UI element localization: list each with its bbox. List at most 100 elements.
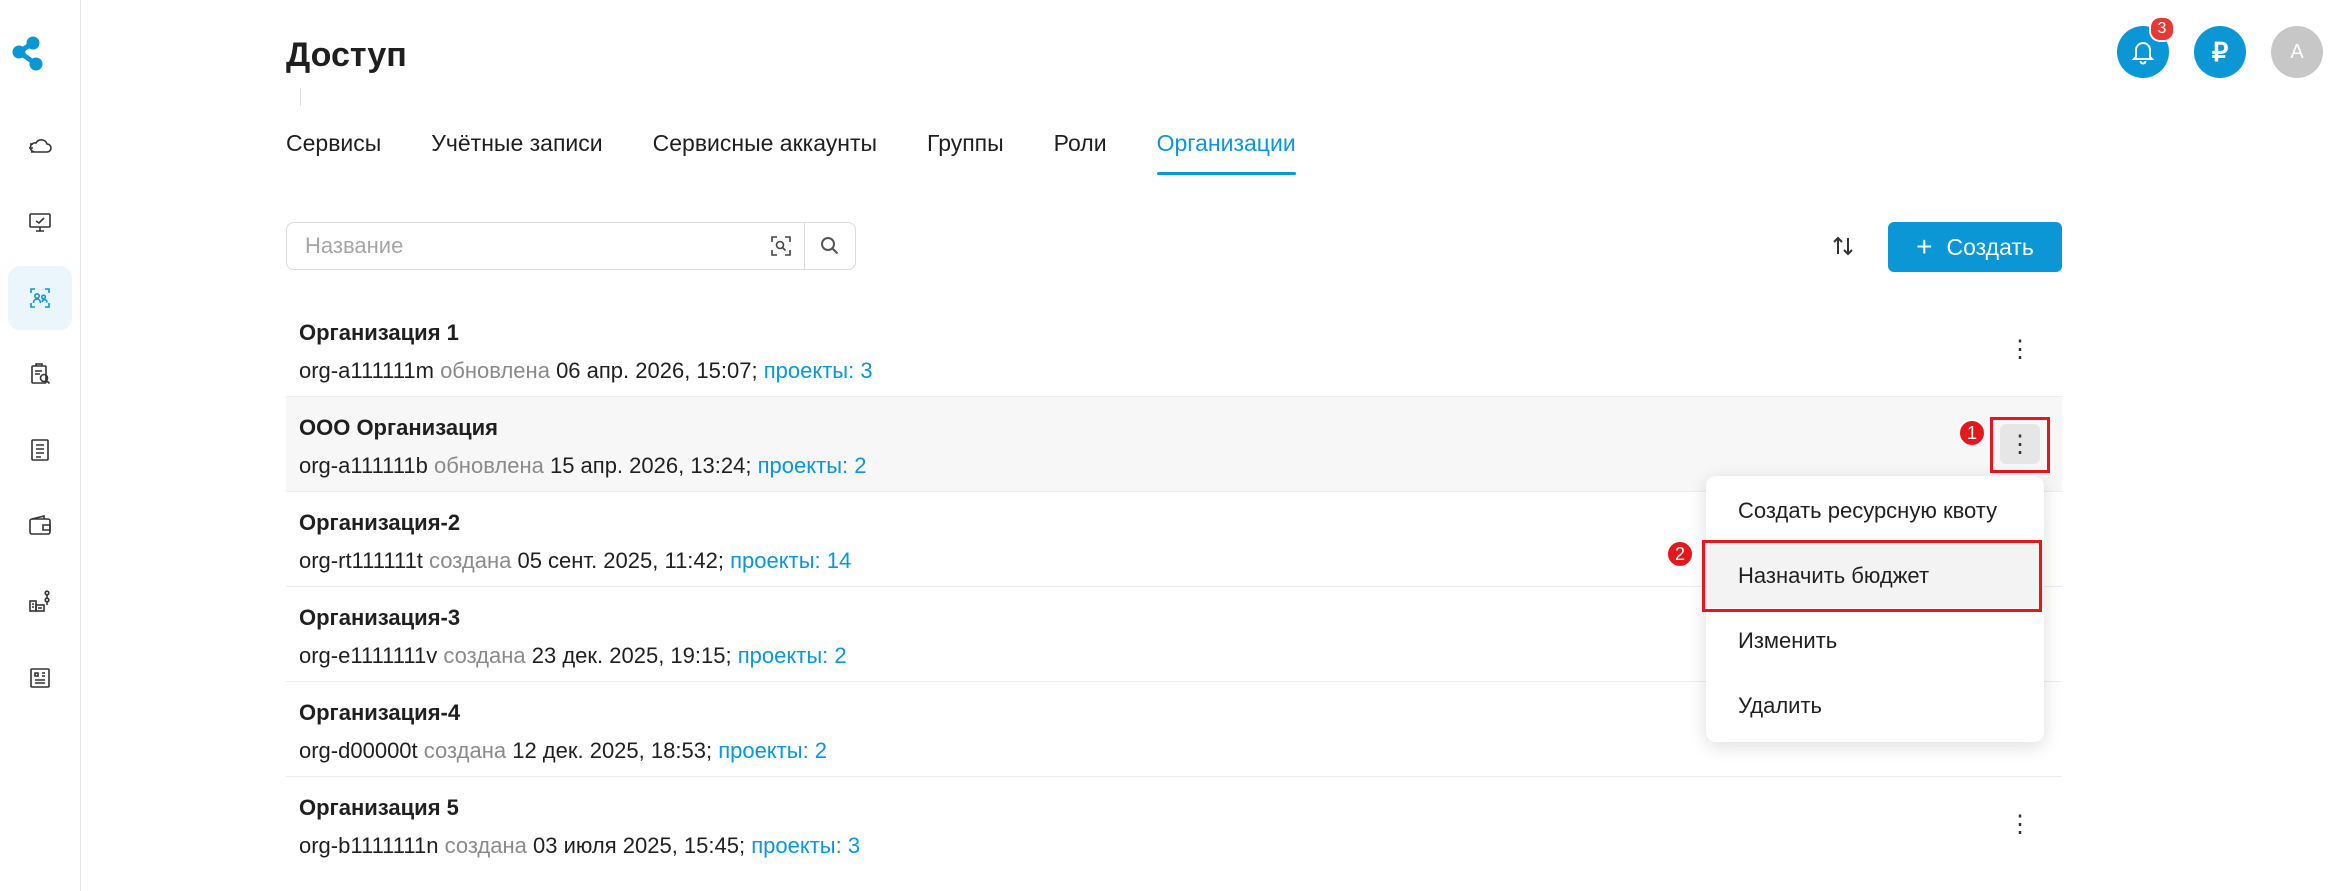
wallet-icon xyxy=(29,514,51,535)
more-options-button[interactable]: ⋮ xyxy=(2000,804,2040,844)
notifications-badge: 3 xyxy=(2149,16,2175,42)
list-icon xyxy=(31,439,49,461)
sort-button[interactable] xyxy=(1822,226,1864,266)
step-marker-2: 2 xyxy=(1666,540,1694,568)
separator: ; xyxy=(751,358,758,383)
tab-service-accounts[interactable]: Сервисные аккаунты xyxy=(653,130,877,175)
cloud-icon xyxy=(29,139,52,153)
org-name: Организация 1 xyxy=(299,320,459,345)
org-meta: org-e1111111v создана 23 дек. 2025, 19:1… xyxy=(299,643,847,669)
top-actions: 3 ₽ A xyxy=(2117,16,2323,78)
scan-icon xyxy=(771,236,791,256)
highlight-box-step-1 xyxy=(1990,417,2050,473)
search-box xyxy=(286,222,856,270)
sidebar-item-audit[interactable] xyxy=(8,342,72,406)
separator: ; xyxy=(745,453,752,478)
org-status: обновлена xyxy=(440,358,550,383)
plus-icon: + xyxy=(1916,231,1933,262)
org-id: org-b1111111n xyxy=(299,833,439,858)
org-name: Организация-4 xyxy=(299,700,461,725)
separator: ; xyxy=(717,548,725,573)
org-id: org-rt111111t xyxy=(299,548,423,573)
tab-services[interactable]: Сервисы xyxy=(286,130,381,175)
list-item[interactable]: Организация 1 org-a111111m обновлена 06 … xyxy=(286,302,2062,397)
org-projects-link[interactable]: проекты: 2 xyxy=(738,643,847,668)
search-button[interactable] xyxy=(804,223,855,269)
menu-item-delete[interactable]: Удалить xyxy=(1706,673,2044,738)
tab-roles[interactable]: Роли xyxy=(1054,130,1107,175)
org-status: обновлена xyxy=(433,453,544,478)
tab-accounts[interactable]: Учётные записи xyxy=(431,130,602,175)
org-id: org-a111111b xyxy=(299,453,428,478)
org-name: Организация 5 xyxy=(299,795,459,820)
org-projects-link[interactable]: проекты: 3 xyxy=(764,358,873,383)
org-projects-link[interactable]: проекты: 14 xyxy=(730,548,851,573)
page-title: Доступ xyxy=(286,36,407,74)
bell-icon xyxy=(2131,42,2155,65)
sidebar xyxy=(0,0,81,891)
step-marker-1: 1 xyxy=(1958,419,1986,447)
org-projects-link[interactable]: проекты: 2 xyxy=(758,453,867,478)
clipboard-icon xyxy=(31,363,51,385)
notifications-button[interactable]: 3 xyxy=(2117,16,2175,78)
sidebar-item-compute[interactable] xyxy=(8,190,72,254)
create-button-label: Создать xyxy=(1946,233,2034,260)
ruble-icon: ₽ xyxy=(2211,36,2229,67)
org-id: org-a111111m xyxy=(299,358,434,383)
divider xyxy=(300,88,301,106)
sidebar-item-access[interactable] xyxy=(8,266,72,330)
tabs: Сервисы Учётные записи Сервисные аккаунт… xyxy=(286,130,1296,175)
sidebar-item-cloud[interactable] xyxy=(8,114,72,178)
access-icon xyxy=(30,288,50,308)
tab-organizations[interactable]: Организации xyxy=(1156,130,1296,175)
scan-button[interactable] xyxy=(758,223,804,269)
monitor-icon xyxy=(29,213,51,232)
org-meta: org-a111111b обновлена 15 апр. 2026, 13:… xyxy=(299,453,866,479)
org-meta: org-d00000t создана 12 дек. 2025, 18:53;… xyxy=(299,738,827,764)
org-meta: org-a111111m обновлена 06 апр. 2026, 15:… xyxy=(299,358,873,384)
structure-icon xyxy=(29,590,50,612)
highlight-box-step-2 xyxy=(1702,540,2042,612)
sort-icon xyxy=(1833,236,1853,256)
org-status: создана xyxy=(423,738,507,763)
sidebar-item-organizations[interactable] xyxy=(8,646,72,710)
separator: ; xyxy=(705,738,713,763)
org-id: org-e1111111v xyxy=(299,643,438,668)
building-icon xyxy=(30,668,50,688)
org-meta: org-rt111111t создана 05 сент. 2025, 11:… xyxy=(299,548,851,574)
more-options-button[interactable]: ⋮ xyxy=(2000,329,2040,369)
org-status: создана xyxy=(444,833,527,858)
org-projects-link[interactable]: проекты: 3 xyxy=(751,833,860,858)
org-date: 12 дек. 2025, 18:53 xyxy=(512,738,706,763)
org-date: 15 апр. 2026, 13:24 xyxy=(549,453,746,478)
search-input[interactable] xyxy=(287,232,758,260)
org-meta: org-b1111111n создана 03 июля 2025, 15:4… xyxy=(299,833,860,859)
menu-item-create-quota[interactable]: Создать ресурсную квоту xyxy=(1706,478,2044,543)
org-date: 05 сент. 2025, 11:42 xyxy=(517,548,718,573)
create-button[interactable]: + Создать xyxy=(1888,222,2062,272)
separator: ; xyxy=(738,833,746,858)
tab-groups[interactable]: Группы xyxy=(927,130,1004,175)
billing-button[interactable]: ₽ xyxy=(2194,26,2246,78)
kebab-icon: ⋮ xyxy=(2008,810,2032,838)
org-name: Организация-2 xyxy=(299,510,461,535)
search-icon xyxy=(821,237,839,255)
sidebar-item-structure[interactable] xyxy=(8,570,72,634)
separator: ; xyxy=(725,643,732,668)
avatar[interactable]: A xyxy=(2271,26,2323,78)
org-name: Организация-3 xyxy=(299,605,461,630)
org-id: org-d00000t xyxy=(299,738,418,763)
org-status: создана xyxy=(443,643,526,668)
list-item[interactable]: Организация 5 org-b1111111n создана 03 и… xyxy=(286,777,2062,872)
org-date: 23 дек. 2025, 19:15 xyxy=(531,643,726,668)
kebab-icon: ⋮ xyxy=(2008,335,2032,363)
org-name: ООО Организация xyxy=(299,415,498,440)
avatar-initial: A xyxy=(2290,40,2304,63)
org-date: 03 июля 2025, 15:45 xyxy=(533,833,739,858)
logo-icon[interactable] xyxy=(8,32,48,76)
sidebar-item-logs[interactable] xyxy=(8,418,72,482)
org-date: 06 апр. 2026, 15:07 xyxy=(556,358,752,383)
sidebar-item-billing[interactable] xyxy=(8,494,72,558)
menu-item-edit[interactable]: Изменить xyxy=(1706,608,2044,673)
org-projects-link[interactable]: проекты: 2 xyxy=(718,738,827,763)
